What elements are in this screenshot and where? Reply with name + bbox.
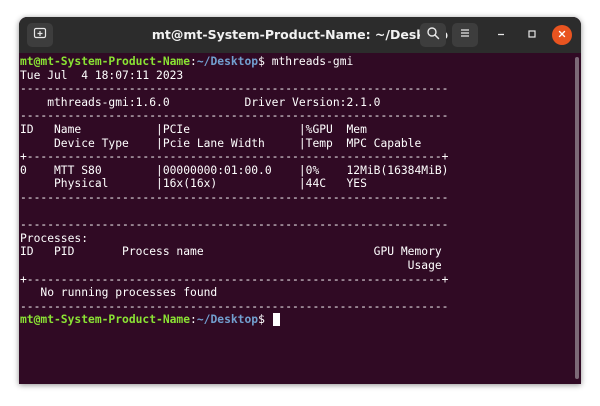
output-line: Physical |16x(16x) |44C YES: [20, 177, 367, 191]
output-line: ----------------------------------------…: [20, 218, 449, 232]
prompt-path: ~/Desktop: [196, 55, 259, 68]
terminal-window: mt@mt-System-Product-Name: ~/Desktop mt@…: [19, 17, 581, 384]
prompt-line: mt@mt-System-Product-Name:~/Desktop$: [20, 313, 280, 327]
output-line: Device Type |Pcie Lane Width |Temp MPC C…: [20, 136, 422, 150]
prompt-user-host: mt@mt-System-Product-Name: [20, 55, 191, 68]
close-button[interactable]: [552, 25, 572, 45]
output-line: ----------------------------------------…: [20, 299, 449, 313]
output-line: ----------------------------------------…: [20, 191, 449, 204]
output-line: mthreads-gmi:1.6.0 Driver Version:2.1.0: [20, 95, 381, 109]
minimize-icon: [496, 26, 506, 44]
prompt-dollar: $: [258, 313, 272, 327]
output-line: +---------------------------------------…: [20, 150, 449, 164]
output-line: Usage: [20, 259, 442, 272]
prompt-user-host: mt@mt-System-Product-Name: [20, 313, 191, 327]
prompt-colon: :: [190, 55, 197, 68]
output-line: +---------------------------------------…: [20, 272, 449, 286]
title-bar[interactable]: mt@mt-System-Product-Name: ~/Desktop: [19, 17, 581, 53]
prompt-colon: :: [190, 313, 197, 327]
prompt-dollar: $: [258, 55, 272, 68]
hamburger-menu-icon: [458, 26, 472, 45]
output-line: Processes:: [20, 231, 89, 245]
search-icon: [426, 26, 440, 45]
search-button[interactable]: [420, 23, 446, 47]
scrollbar[interactable]: [575, 57, 579, 379]
output-line: ----------------------------------------…: [20, 82, 449, 96]
maximize-button[interactable]: [522, 25, 542, 45]
command-text: mthreads-gmi: [271, 55, 354, 68]
output-line: ID Name |PCIe |%GPU Mem: [20, 123, 367, 136]
output-line: ----------------------------------------…: [20, 109, 449, 123]
minimize-button[interactable]: [491, 25, 511, 45]
maximize-icon: [527, 26, 537, 44]
output-line: No running processes found: [20, 286, 218, 300]
output-line: ID PID Process name GPU Memory: [20, 245, 442, 259]
prompt-path: ~/Desktop: [196, 313, 259, 327]
output-line: 0 MTT S80 |00000000:01:00.0 |0% 12MiB(16…: [20, 163, 449, 177]
menu-button[interactable]: [452, 23, 478, 47]
prompt-line: mt@mt-System-Product-Name:~/Desktop$ mth…: [20, 55, 353, 68]
text-cursor: [272, 313, 280, 327]
terminal-area[interactable]: mt@mt-System-Product-Name:~/Desktop$ mth…: [19, 54, 581, 384]
output-line: Tue Jul 4 18:07:11 2023: [20, 68, 184, 82]
close-icon: [557, 26, 567, 44]
